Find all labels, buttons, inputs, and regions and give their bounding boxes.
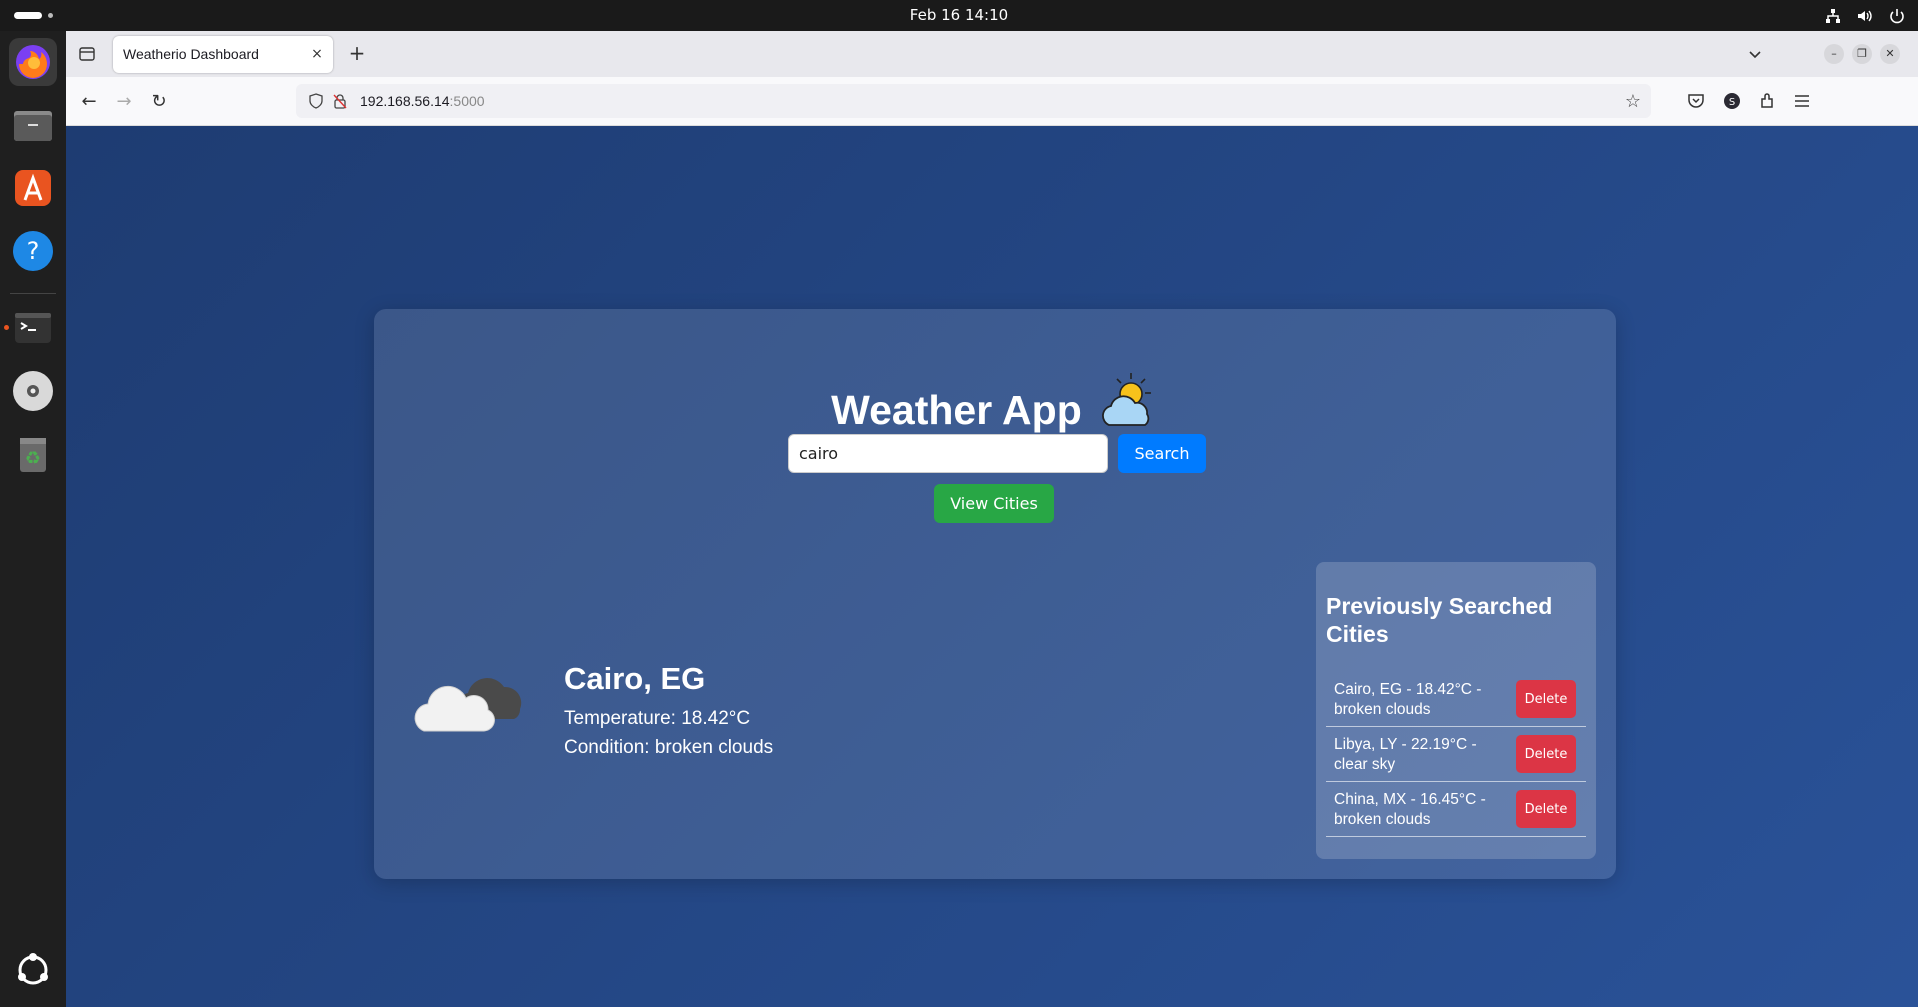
browser-window: Weatherio Dashboard × + – ❐ ✕ ← → ↻ 192.… (66, 31, 1918, 1007)
broken-clouds-icon (414, 659, 526, 745)
city-search-input[interactable] (788, 434, 1108, 473)
history-item-text: Libya, LY - 22.19°C - clear sky (1334, 736, 1477, 773)
tab-strip: Weatherio Dashboard × + – ❐ ✕ (66, 31, 1918, 77)
system-tray[interactable] (1824, 7, 1906, 25)
bookmark-star-icon[interactable]: ☆ (1625, 91, 1641, 112)
power-icon[interactable] (1888, 7, 1906, 25)
app-title: Weather App (831, 386, 1082, 433)
minimize-icon[interactable]: – (1824, 44, 1844, 64)
history-item-text: Cairo, EG - 18.42°C - broken clouds (1334, 681, 1482, 718)
close-window-icon[interactable]: ✕ (1880, 44, 1900, 64)
search-button[interactable]: Search (1118, 434, 1206, 473)
history-item: Libya, LY - 22.19°C - clear sky Delete (1326, 727, 1586, 782)
history-panel: Previously Searched Cities Cairo, EG - 1… (1316, 562, 1596, 859)
volume-icon[interactable] (1856, 7, 1874, 25)
tab-weatherio[interactable]: Weatherio Dashboard × (113, 36, 333, 73)
help-icon[interactable]: ? (9, 227, 57, 275)
navigation-bar: ← → ↻ 192.168.56.14:5000 ☆ S (66, 77, 1918, 126)
system-clock[interactable]: Feb 16 14:10 (0, 0, 1918, 31)
reload-icon[interactable]: ↻ (148, 91, 170, 113)
firefox-icon[interactable] (9, 38, 57, 86)
current-temperature: Temperature: 18.42°C (564, 708, 751, 729)
web-page: Weather App Search View Cities (66, 126, 1918, 1007)
tab-title: Weatherio Dashboard (123, 46, 259, 62)
url-port: :5000 (449, 93, 485, 109)
history-list: Cairo, EG - 18.42°C - broken clouds Dele… (1326, 672, 1586, 837)
trash-icon[interactable]: ♻ (9, 430, 57, 478)
history-item: China, MX - 16.45°C - broken clouds Dele… (1326, 782, 1586, 837)
view-cities-button[interactable]: View Cities (934, 484, 1054, 523)
svg-text:S: S (1729, 97, 1735, 108)
insecure-lock-icon[interactable] (332, 93, 348, 109)
delete-button[interactable]: Delete (1516, 790, 1576, 828)
url-text[interactable]: 192.168.56.14:5000 (360, 84, 485, 118)
dock: ? ♻ (0, 31, 66, 1007)
weather-card: Weather App Search View Cities (374, 309, 1616, 879)
url-bar[interactable]: 192.168.56.14:5000 ☆ (296, 84, 1651, 118)
forward-icon[interactable]: → (113, 91, 135, 113)
partly-cloudy-icon (1093, 369, 1159, 435)
close-tab-icon[interactable]: × (309, 46, 325, 62)
files-icon[interactable] (9, 101, 57, 149)
new-tab-button[interactable]: + (346, 43, 368, 65)
delete-button[interactable]: Delete (1516, 680, 1576, 718)
firefox-view-icon[interactable] (78, 45, 96, 63)
system-top-bar: Feb 16 14:10 (0, 0, 1918, 31)
list-all-tabs-icon[interactable] (1746, 45, 1764, 63)
delete-button[interactable]: Delete (1516, 735, 1576, 773)
dock-separator (10, 293, 56, 294)
terminal-icon[interactable] (9, 304, 57, 352)
app-center-icon[interactable] (9, 164, 57, 212)
extensions-icon[interactable] (1758, 91, 1778, 111)
history-item-text: China, MX - 16.45°C - broken clouds (1334, 791, 1486, 828)
network-icon[interactable] (1824, 7, 1842, 25)
url-host: 192.168.56.14 (360, 93, 450, 109)
pocket-icon[interactable] (1686, 91, 1706, 111)
menu-icon[interactable] (1792, 91, 1812, 111)
show-apps-icon[interactable] (9, 946, 57, 994)
svg-text:♻: ♻ (25, 448, 41, 469)
back-icon[interactable]: ← (78, 91, 100, 113)
shield-icon[interactable] (308, 93, 324, 109)
current-condition: Condition: broken clouds (564, 737, 774, 758)
disc-icon[interactable] (9, 367, 57, 415)
restore-icon[interactable]: ❐ (1852, 44, 1872, 64)
history-item: Cairo, EG - 18.42°C - broken clouds Dele… (1326, 672, 1586, 727)
current-city: Cairo, EG (564, 661, 706, 696)
history-heading: Previously Searched Cities (1326, 593, 1553, 647)
account-icon[interactable]: S (1722, 91, 1742, 111)
svg-text:?: ? (27, 237, 40, 265)
